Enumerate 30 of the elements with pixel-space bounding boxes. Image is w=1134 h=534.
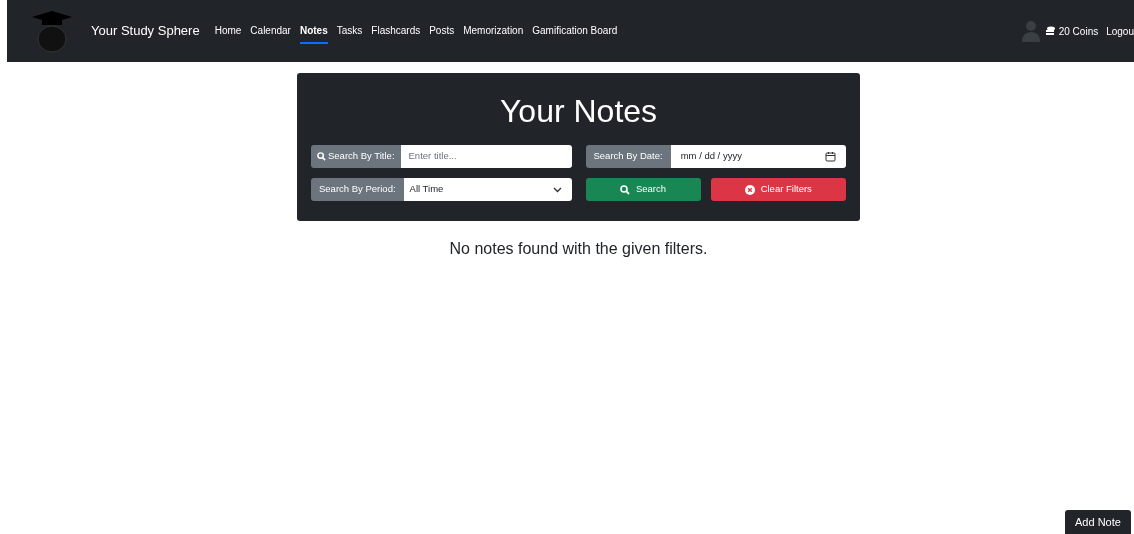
date-input-field[interactable]: mm / dd / yyyy xyxy=(670,145,846,168)
nav-link[interactable]: Gamification Board xyxy=(532,18,618,44)
coins-icon xyxy=(1044,26,1055,36)
nav-link[interactable]: Notes xyxy=(299,18,328,44)
nav-link[interactable]: Posts xyxy=(429,18,455,44)
add-note-button[interactable]: Add Note xyxy=(1065,510,1131,534)
field-label: Search By Title: xyxy=(311,145,401,168)
search-button[interactable]: Search xyxy=(585,178,701,201)
nav-link[interactable]: Memorization xyxy=(463,18,524,44)
search-icon xyxy=(317,152,326,161)
clear-filters-button[interactable]: Clear Filters xyxy=(710,178,846,201)
nav-link[interactable]: Tasks xyxy=(336,18,363,44)
nav-link[interactable]: Home xyxy=(214,18,242,44)
logout-link[interactable]: Logou xyxy=(1106,23,1134,39)
coins-count: 20 Coins xyxy=(1058,24,1099,39)
field-label: Search By Period: xyxy=(311,178,404,201)
empty-message: No notes found with the given filters. xyxy=(448,239,709,259)
period-select[interactable]: All Time xyxy=(403,178,572,201)
nav-link[interactable]: Flashcards xyxy=(371,18,421,44)
page-title: Your Notes xyxy=(498,92,659,131)
field-label: Search By Date: xyxy=(585,145,671,168)
calendar-icon[interactable] xyxy=(825,151,836,162)
date-placeholder: mm / dd / yyyy xyxy=(680,149,742,164)
close-circle-icon xyxy=(744,184,755,195)
chevron-down-icon xyxy=(552,186,562,193)
search-icon xyxy=(619,184,630,195)
user-avatar-icon[interactable] xyxy=(1020,20,1041,42)
title-input-field[interactable]: Enter title... xyxy=(400,145,572,168)
nav-link[interactable]: Calendar xyxy=(250,18,291,44)
brand-link[interactable]: Your Study Sphere xyxy=(91,21,200,41)
